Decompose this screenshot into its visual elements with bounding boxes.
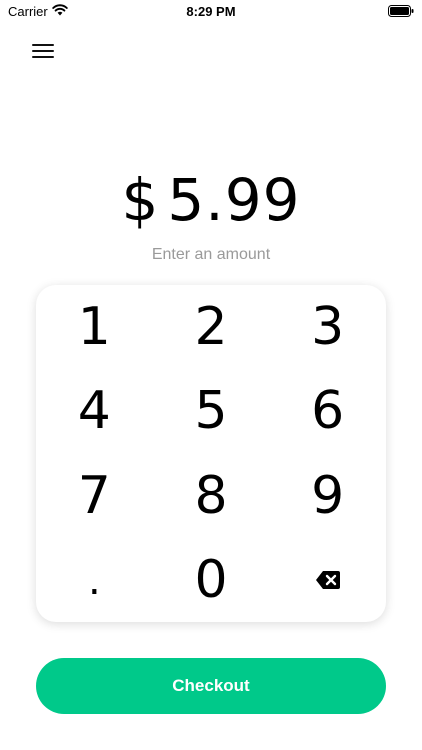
amount-value: 5.99 <box>167 166 301 234</box>
checkout-button[interactable]: Checkout <box>36 658 386 714</box>
backspace-key[interactable] <box>269 538 386 622</box>
hamburger-icon-bar <box>32 44 54 46</box>
key-4[interactable]: 4 <box>36 369 153 453</box>
key-5[interactable]: 5 <box>153 369 270 453</box>
numeric-keypad: 1 2 3 4 5 6 7 8 9 . 0 <box>36 285 386 622</box>
key-3[interactable]: 3 <box>269 285 386 369</box>
key-7[interactable]: 7 <box>36 454 153 538</box>
amount-display: $5.99 <box>0 166 422 236</box>
key-6[interactable]: 6 <box>269 369 386 453</box>
key-8[interactable]: 8 <box>153 454 270 538</box>
battery-icon <box>388 5 414 17</box>
key-2[interactable]: 2 <box>153 285 270 369</box>
menu-button[interactable] <box>32 44 54 62</box>
amount-hint: Enter an amount <box>151 246 271 263</box>
key-1[interactable]: 1 <box>36 285 153 369</box>
key-9[interactable]: 9 <box>269 454 386 538</box>
hamburger-icon-bar <box>32 50 54 52</box>
clock: 8:29 PM <box>186 4 236 19</box>
backspace-icon <box>315 570 340 589</box>
key-0[interactable]: 0 <box>153 538 270 622</box>
hamburger-icon-bar <box>32 56 54 58</box>
currency-symbol: $ <box>121 166 160 234</box>
key-decimal[interactable]: . <box>36 538 153 622</box>
status-bar: Carrier 8:29 PM <box>0 0 422 22</box>
